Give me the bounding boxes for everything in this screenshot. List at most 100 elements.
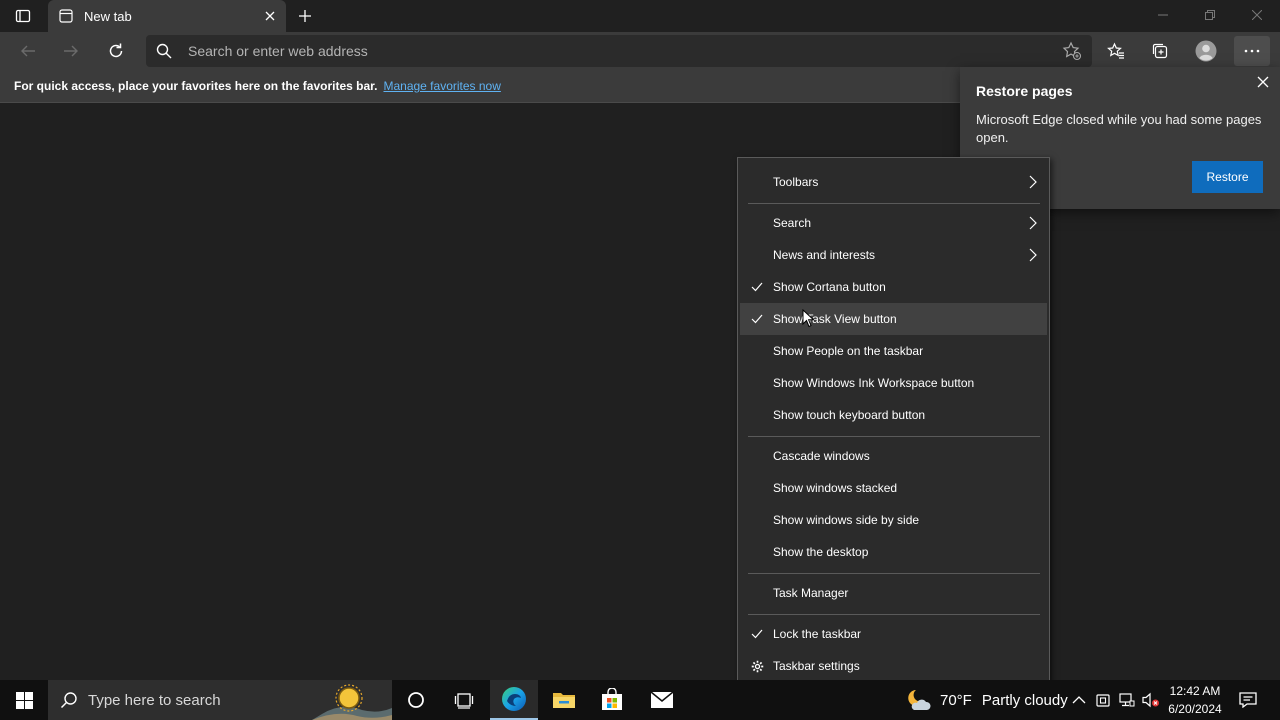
- menu-separator: [748, 614, 1040, 615]
- taskbar-edge-button[interactable]: [490, 680, 538, 720]
- menu-item-label: Search: [773, 216, 812, 230]
- more-dots-icon: [1244, 49, 1260, 53]
- menu-item-show-windows-side-by-side[interactable]: Show windows side by side: [740, 504, 1047, 536]
- restore-button[interactable]: Restore: [1192, 161, 1263, 193]
- menu-item-label: Show Windows Ink Workspace button: [773, 376, 975, 390]
- menu-item-toolbars[interactable]: Toolbars: [740, 166, 1047, 198]
- menu-item-show-the-desktop[interactable]: Show the desktop: [740, 536, 1047, 568]
- menu-item-show-cortana-button[interactable]: Show Cortana button: [740, 271, 1047, 303]
- windows-taskbar: Type here to search 70°F Partly cloudy 1…: [0, 680, 1280, 720]
- menu-item-show-touch-keyboard-button[interactable]: Show touch keyboard button: [740, 399, 1047, 431]
- task-view-icon: [454, 693, 474, 709]
- menu-item-label: Taskbar settings: [773, 659, 860, 673]
- checkmark-icon: [750, 312, 764, 326]
- address-input[interactable]: [188, 35, 1048, 67]
- manage-favorites-link[interactable]: Manage favorites now: [383, 79, 500, 93]
- back-arrow-icon: [21, 45, 35, 57]
- minimize-button[interactable]: [1140, 0, 1186, 30]
- cortana-button[interactable]: [392, 680, 440, 720]
- menu-item-show-task-view-button[interactable]: Show Task View button: [740, 303, 1047, 335]
- menu-separator: [748, 573, 1040, 574]
- tab-actions-button[interactable]: [0, 0, 46, 32]
- news-and-interests-weather[interactable]: 70°F Partly cloudy: [906, 680, 1068, 720]
- clock-date: 6/20/2024: [1168, 702, 1222, 716]
- back-button[interactable]: [12, 36, 44, 66]
- device-icon: [1096, 694, 1110, 707]
- network-button[interactable]: [1118, 691, 1136, 709]
- weather-condition: Partly cloudy: [981, 691, 1068, 709]
- search-icon: [156, 43, 172, 59]
- search-icon: [60, 692, 77, 709]
- taskbar-file-explorer-button[interactable]: [540, 680, 588, 720]
- menu-item-taskbar-settings[interactable]: Taskbar settings: [740, 650, 1047, 682]
- menu-item-search[interactable]: Search: [740, 207, 1047, 239]
- menu-item-label: Lock the taskbar: [773, 627, 862, 641]
- new-tab-button[interactable]: [294, 5, 316, 27]
- cortana-icon: [408, 692, 424, 708]
- close-window-button[interactable]: [1234, 0, 1280, 30]
- clock-time: 12:42 AM: [1169, 684, 1221, 698]
- tray-device-button[interactable]: [1094, 691, 1112, 709]
- menu-item-show-windows-ink-workspace-button[interactable]: Show Windows Ink Workspace button: [740, 367, 1047, 399]
- microsoft-store-icon: [602, 688, 622, 710]
- forward-button[interactable]: [55, 36, 87, 66]
- menu-item-label: Show People on the taskbar: [773, 344, 924, 358]
- close-window-icon: [1252, 10, 1262, 20]
- refresh-button[interactable]: [100, 36, 132, 66]
- collections-icon: [1152, 43, 1168, 59]
- taskbar-clock[interactable]: 12:42 AM 6/20/2024: [1162, 682, 1228, 718]
- favorites-button[interactable]: [1100, 36, 1132, 66]
- favorites-icon: [1107, 42, 1124, 59]
- profile-avatar-icon: [1195, 40, 1217, 62]
- start-button[interactable]: [0, 680, 48, 720]
- forward-arrow-icon: [64, 45, 78, 57]
- notification-icon: [1239, 692, 1257, 708]
- file-explorer-folder-icon: [553, 693, 575, 708]
- checkmark-icon: [750, 280, 764, 294]
- new-tab-page-icon: [58, 8, 74, 24]
- plus-icon: [299, 10, 311, 22]
- menu-item-label: Show Task View button: [773, 312, 897, 326]
- add-favorite-icon[interactable]: [1062, 41, 1082, 61]
- restore-popup-message: Microsoft Edge closed while you had some…: [976, 112, 1262, 145]
- taskbar-microsoft-store-button[interactable]: [588, 680, 636, 720]
- taskbar-search-box[interactable]: Type here to search: [48, 680, 392, 720]
- menu-item-show-people-on-taskbar[interactable]: Show People on the taskbar: [740, 335, 1047, 367]
- close-tab-icon[interactable]: [260, 6, 280, 26]
- tab-new-tab[interactable]: New tab: [48, 0, 286, 32]
- taskbar-mail-button[interactable]: [638, 680, 686, 720]
- checkmark-icon: [750, 627, 764, 641]
- network-wired-icon: [1119, 693, 1135, 707]
- chevron-right-icon: [1027, 175, 1039, 189]
- menu-item-lock-the-taskbar[interactable]: Lock the taskbar: [740, 618, 1047, 650]
- menu-item-label: Task Manager: [773, 586, 849, 600]
- menu-separator: [748, 203, 1040, 204]
- chevron-up-icon: [1072, 696, 1086, 704]
- favorites-bar-message: For quick access, place your favorites h…: [14, 79, 378, 93]
- settings-and-more-button[interactable]: [1234, 36, 1270, 66]
- speaker-muted-icon: [1142, 692, 1159, 708]
- restore-window-button[interactable]: [1187, 0, 1233, 30]
- windows-logo-icon: [15, 691, 33, 709]
- show-hidden-icons-button[interactable]: [1070, 691, 1088, 709]
- browser-titlebar: New tab: [0, 0, 1280, 32]
- menu-item-news-and-interests[interactable]: News and interests: [740, 239, 1047, 271]
- tab-title: New tab: [84, 8, 132, 24]
- close-popup-icon[interactable]: [1254, 73, 1272, 91]
- address-bar[interactable]: [146, 35, 1092, 67]
- task-view-button[interactable]: [440, 680, 488, 720]
- profile-button[interactable]: [1190, 36, 1222, 66]
- minimize-icon: [1158, 14, 1168, 16]
- menu-item-label: Toolbars: [773, 175, 819, 189]
- menu-item-cascade-windows[interactable]: Cascade windows: [740, 440, 1047, 472]
- restore-popup-title: Restore pages: [976, 83, 1073, 99]
- mouse-cursor-icon: [802, 309, 815, 328]
- menu-item-show-windows-stacked[interactable]: Show windows stacked: [740, 472, 1047, 504]
- menu-item-task-manager[interactable]: Task Manager: [740, 577, 1047, 609]
- volume-button[interactable]: [1142, 691, 1160, 709]
- collections-button[interactable]: [1144, 36, 1176, 66]
- menu-item-label: Show windows side by side: [773, 513, 920, 527]
- taskbar-context-menu: Toolbars Search News and interests Show …: [737, 157, 1050, 691]
- tab-actions-icon: [15, 9, 31, 23]
- action-center-button[interactable]: [1236, 680, 1260, 720]
